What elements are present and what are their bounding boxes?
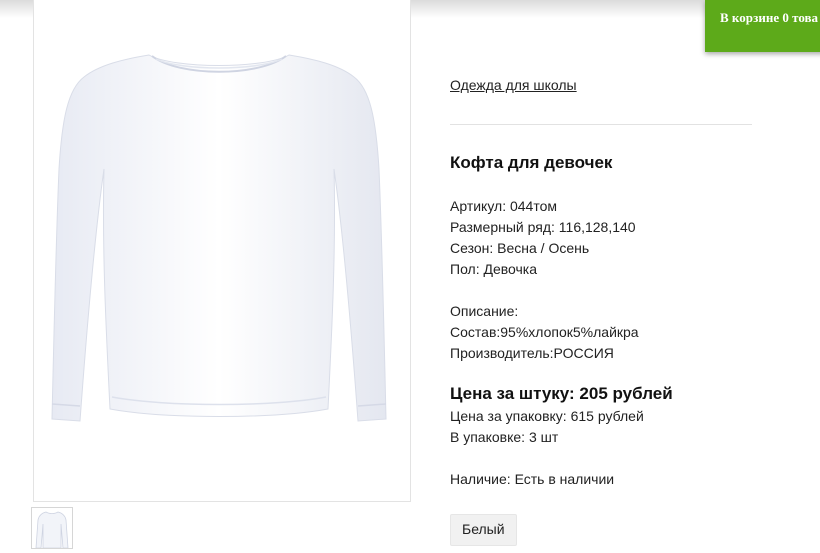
cart-badge-text: В корзине 0 това bbox=[720, 10, 819, 25]
product-title: Кофта для девочек bbox=[450, 153, 613, 172]
pack-quantity: В упаковке: 3 шт bbox=[450, 429, 559, 445]
price-per-unit: Цена за штуку: 205 рублей bbox=[450, 384, 673, 403]
gender: Пол: Девочка bbox=[450, 261, 538, 277]
divider bbox=[450, 124, 752, 125]
product-image bbox=[51, 54, 387, 422]
color-option-button[interactable]: Белый bbox=[450, 514, 517, 546]
availability: Наличие: Есть в наличии bbox=[450, 471, 615, 487]
article: Артикул: 044том bbox=[450, 198, 557, 214]
thumbnail-image bbox=[35, 511, 69, 549]
category-link[interactable]: Одежда для школы bbox=[450, 77, 577, 93]
sizes: Размерный ряд: 116,128,140 bbox=[450, 219, 636, 235]
manufacturer: Производитель:РОССИЯ bbox=[450, 345, 614, 361]
price-per-pack: Цена за упаковку: 615 рублей bbox=[450, 408, 644, 424]
product-thumbnail[interactable] bbox=[31, 507, 73, 549]
composition: Состав:95%хлопок5%лайкра bbox=[450, 324, 639, 340]
season: Сезон: Весна / Осень bbox=[450, 240, 590, 256]
product-image-frame[interactable] bbox=[33, 0, 411, 502]
description-label: Описание: bbox=[450, 303, 519, 319]
cart-count: 0 bbox=[782, 10, 789, 25]
cart-badge[interactable]: В корзине 0 това bbox=[705, 0, 820, 52]
